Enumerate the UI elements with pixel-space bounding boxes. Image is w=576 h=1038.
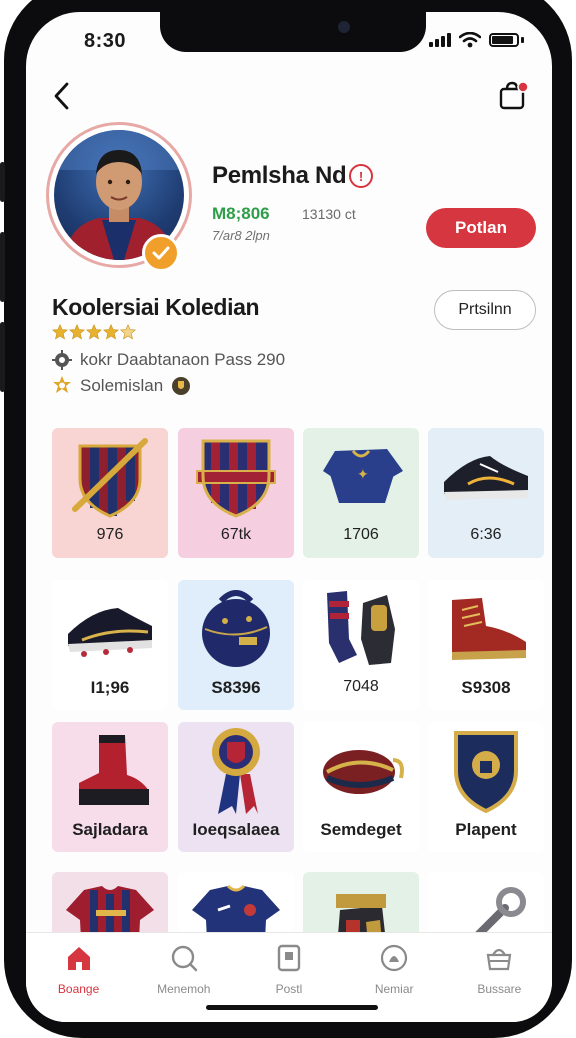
item-label: Semdeget [320, 820, 402, 839]
star-icon [120, 324, 136, 340]
nav-label: Nemiar [374, 982, 414, 996]
wifi-icon [459, 32, 481, 48]
camera-icon [338, 21, 350, 33]
item-card[interactable]: S9308 [428, 580, 544, 710]
item-label: 1706 [343, 526, 379, 543]
item-label: Ioeqsalaea [192, 820, 280, 839]
nav-item-menemoh[interactable]: Menemoh [139, 943, 229, 1022]
item-card[interactable]: 976 [52, 428, 168, 558]
nav-item-nemiar[interactable]: Nemiar [349, 943, 439, 1022]
item-label: S8396 [211, 678, 261, 697]
collection-title: Koolersiai Koledian [52, 294, 260, 320]
collection-action-button[interactable]: Prtsilnn [434, 290, 536, 330]
shopping-bag-icon [499, 81, 529, 110]
follow-button[interactable]: Potlan [426, 208, 536, 248]
item-card[interactable]: 6:36 [428, 428, 544, 558]
solemn-row: Solemislan [52, 376, 191, 396]
search-icon [169, 943, 199, 978]
volume-up-button [0, 232, 5, 302]
battery-icon [489, 33, 519, 47]
pass-row: kokr Daabtanaon Pass 290 [52, 350, 285, 370]
mute-switch [0, 162, 5, 202]
pass-text: kokr Daabtanaon Pass 290 [80, 350, 286, 369]
socks-gloves-icon [303, 580, 419, 676]
bell-icon [379, 943, 409, 978]
nav-item-boange[interactable]: Boange [34, 943, 124, 1022]
blue-cap-icon: ✦ [303, 428, 419, 524]
profile-name: Pemlsha Nd [212, 162, 347, 189]
profile-stat-primary: M8;806 [212, 204, 270, 223]
item-label: Sajladara [72, 820, 148, 839]
chevron-left-icon [54, 82, 69, 110]
item-card[interactable]: 7048 [303, 580, 419, 710]
badge-plaque-icon [428, 722, 544, 818]
profile-subtitle: 7/ar8 2lpn [212, 228, 270, 243]
nav-label: Postl [275, 982, 303, 996]
item-card[interactable]: I1;96 [52, 580, 168, 710]
status-time: 8:30 [84, 30, 127, 52]
club-crest-icon [178, 428, 294, 524]
nav-label: Bussare [477, 982, 522, 996]
star-icon [86, 324, 102, 340]
rating-stars [52, 324, 136, 340]
signal-icon [429, 33, 451, 47]
item-card[interactable]: Ioeqsalaea [178, 722, 294, 852]
svg-text:✦: ✦ [357, 467, 369, 483]
navy-ball-icon [178, 580, 294, 676]
red-glasses-icon [303, 722, 419, 818]
gear-icon [52, 350, 72, 370]
item-label: 7048 [343, 678, 379, 695]
solemn-text: Solemislan [80, 376, 164, 395]
sun-badge-icon [53, 376, 71, 393]
red-boot-icon [428, 580, 544, 676]
item-label: 976 [96, 526, 124, 543]
status-icons [429, 32, 524, 48]
item-card[interactable]: S8396 [178, 580, 294, 710]
home-indicator [206, 1005, 378, 1010]
black-boot-icon [52, 580, 168, 676]
battery-tip [521, 37, 524, 43]
nav-item-postl[interactable]: Postl [244, 943, 334, 1022]
home-icon [64, 943, 94, 978]
item-label: I1;96 [90, 678, 130, 697]
alert-badge-icon: ! [349, 164, 373, 188]
item-label: Plapent [455, 820, 517, 839]
star-icon [52, 324, 68, 340]
cart-button[interactable] [496, 78, 530, 112]
item-card[interactable]: Sajladara [52, 722, 168, 852]
red-black-boot-icon [52, 722, 168, 818]
back-button[interactable] [48, 80, 76, 112]
star-icon [103, 324, 119, 340]
black-sneaker-icon [428, 428, 544, 524]
bag-icon [484, 943, 514, 978]
item-label: 67tk [220, 526, 252, 543]
doc-icon [274, 943, 304, 978]
profile-stat-secondary: 13130 ct [302, 206, 356, 222]
star-icon [69, 324, 85, 340]
item-card[interactable]: Plapent [428, 722, 544, 852]
item-label: S9308 [461, 678, 511, 697]
shield-pen-icon [52, 428, 168, 524]
medal-ribbon-icon [178, 722, 294, 818]
item-card[interactable]: ✦ 1706 [303, 428, 419, 558]
shield-badge-icon [172, 377, 191, 395]
nav-label: Boange [57, 982, 100, 996]
notch [160, 12, 426, 52]
nav-label: Menemoh [157, 982, 211, 996]
verified-badge-icon [142, 234, 180, 272]
volume-down-button [0, 322, 5, 392]
item-card[interactable]: 67tk [178, 428, 294, 558]
item-label: 6:36 [470, 526, 502, 543]
item-card[interactable]: Semdeget [303, 722, 419, 852]
screen: 8:30 Pemlsha Nd ! M8;806 13130 ct 7/ar8 … [26, 12, 552, 1022]
nav-item-bussare[interactable]: Bussare [454, 943, 544, 1022]
